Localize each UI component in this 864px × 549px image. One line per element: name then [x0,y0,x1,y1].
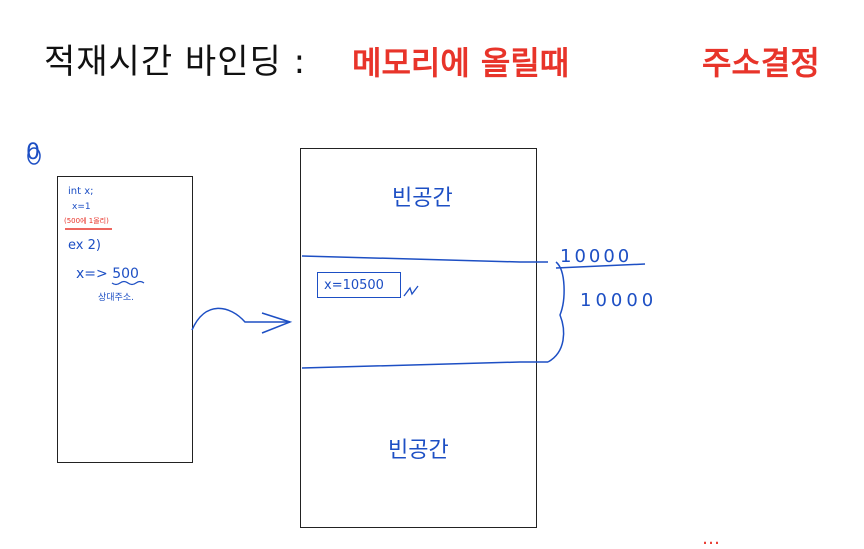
footer-red-text: … [702,528,720,549]
ink-strokes [27,147,646,369]
size-brace [547,261,565,363]
squiggle-underline [111,280,145,286]
arrow-head [261,312,293,334]
partition-line-bottom [301,361,548,369]
partition-line-top [301,255,548,263]
arrow-curve [191,307,290,331]
start-address-underline [555,263,646,269]
variable-scribble [403,285,419,297]
circle-marker [27,147,41,165]
